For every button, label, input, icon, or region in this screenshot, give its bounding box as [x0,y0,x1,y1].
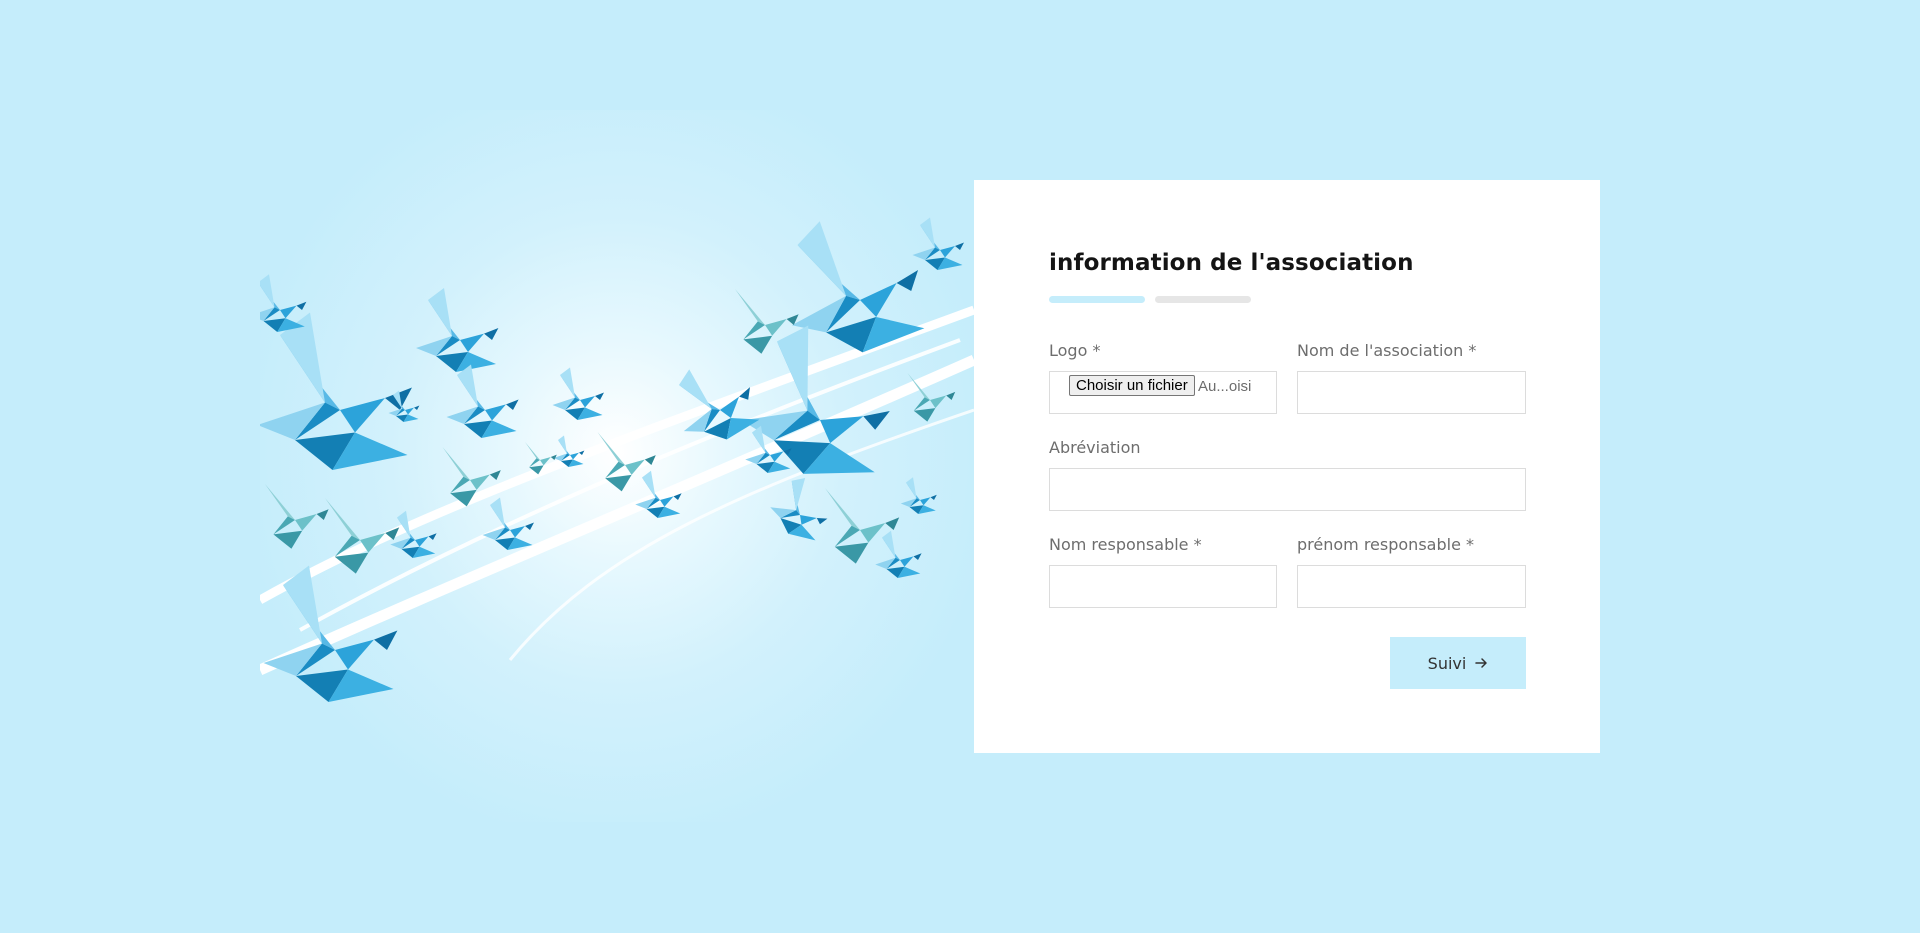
association-name-input[interactable] [1297,371,1526,414]
manager-last-name-input[interactable] [1049,565,1277,608]
association-form-card: information de l'association Logo * Choi… [974,180,1600,753]
progress-step-2 [1155,296,1251,303]
form-title: information de l'association [1049,250,1414,276]
manager-first-name-label: prénom responsable * [1297,535,1474,554]
progress-step-1 [1049,296,1145,303]
abbreviation-input[interactable] [1049,468,1526,511]
page: information de l'association Logo * Choi… [0,0,1920,933]
logo-file-input[interactable]: Choisir un fichier Au...oisi [1049,371,1277,414]
next-button-label: Suivi [1427,653,1467,673]
manager-first-name-input[interactable] [1297,565,1526,608]
file-status-text: Au...oisi [1198,378,1252,395]
next-button[interactable]: Suivi [1390,637,1526,689]
abbreviation-label: Abréviation [1049,438,1141,457]
choose-file-button[interactable]: Choisir un fichier [1069,375,1195,396]
arrow-right-icon [1475,658,1488,668]
manager-last-name-label: Nom responsable * [1049,535,1202,554]
logo-label: Logo * [1049,341,1101,360]
origami-birds-illustration [260,110,974,822]
association-name-label: Nom de l'association * [1297,341,1477,360]
